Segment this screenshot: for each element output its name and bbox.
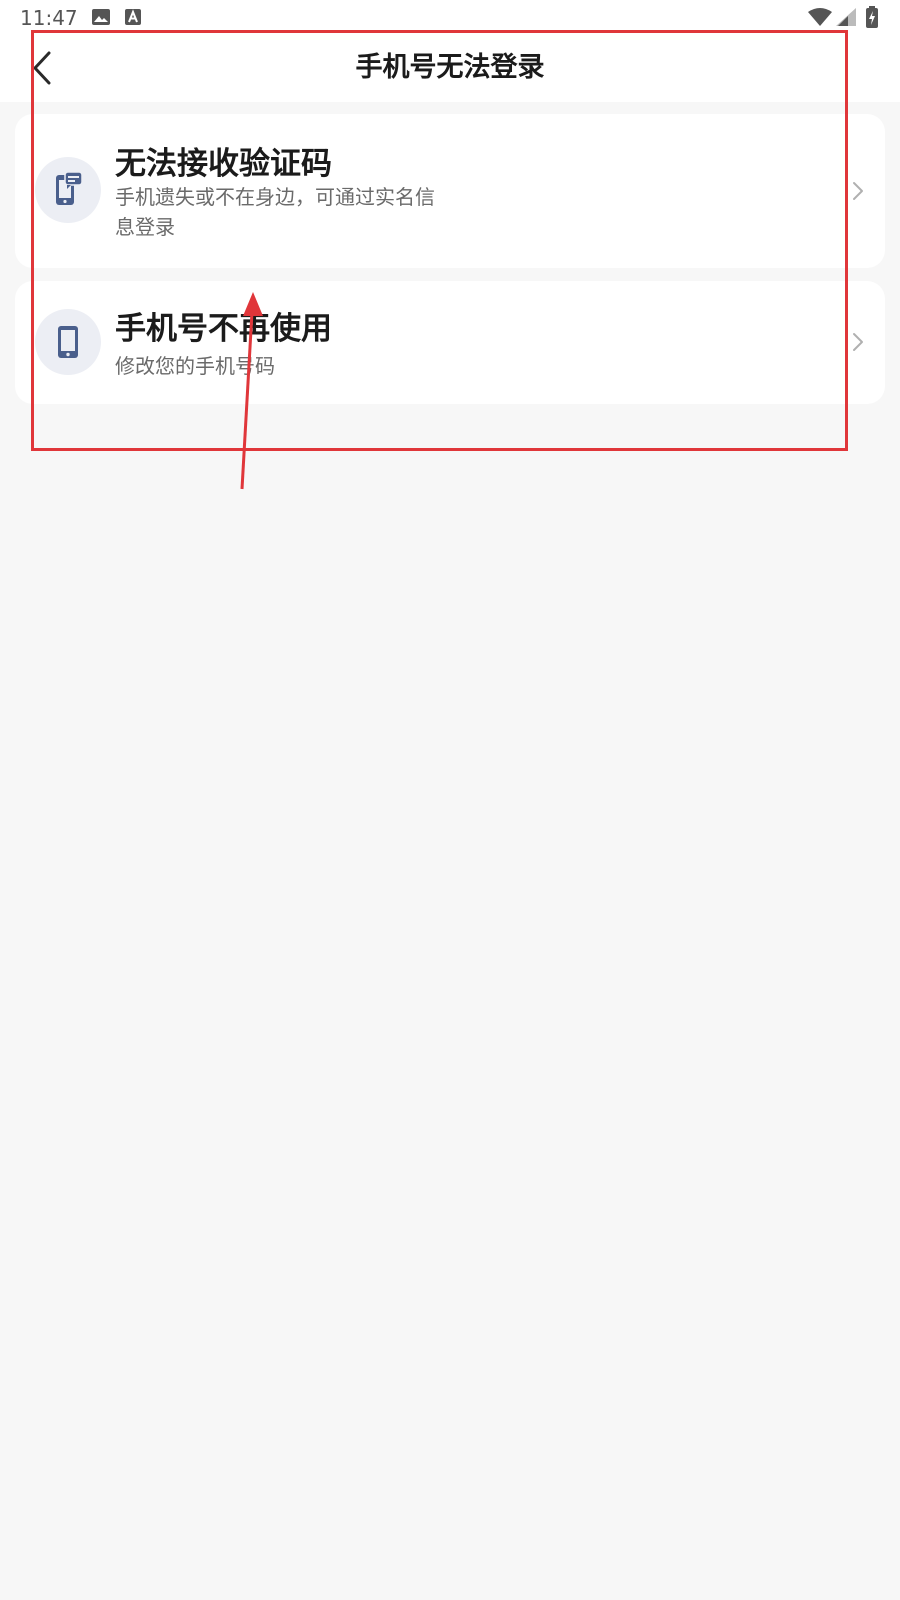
option-description: 手机遗失或不在身边，可通过实名信息登录 bbox=[115, 185, 435, 239]
a-letter-icon bbox=[125, 9, 141, 25]
battery-icon bbox=[866, 6, 878, 28]
option-icon-circle bbox=[35, 309, 101, 375]
option-description: 修改您的手机号码 bbox=[115, 354, 275, 378]
wifi-icon bbox=[808, 8, 832, 26]
back-button[interactable] bbox=[18, 44, 66, 92]
option-title: 无法接收验证码 bbox=[115, 146, 332, 182]
phone-message-icon bbox=[56, 172, 83, 205]
option-icon-circle bbox=[35, 157, 101, 223]
page-title: 手机号无法登录 bbox=[355, 52, 545, 83]
signal-icon bbox=[836, 8, 856, 26]
status-time: 11:47 bbox=[20, 6, 78, 30]
phone-icon bbox=[58, 326, 78, 358]
option-title: 手机号不再使用 bbox=[115, 311, 332, 347]
chevron-right-icon bbox=[853, 333, 863, 351]
chevron-left-icon bbox=[33, 51, 51, 85]
option-card-number-not-in-use[interactable]: 手机号不再使用 修改您的手机号码 bbox=[15, 281, 885, 404]
option-card-cannot-receive-code[interactable]: 无法接收验证码 手机遗失或不在身边，可通过实名信息登录 bbox=[15, 114, 885, 268]
app-bar: 手机号无法登录 bbox=[0, 34, 900, 102]
status-bar: 11:47 bbox=[0, 0, 900, 34]
chevron-right-icon bbox=[853, 182, 863, 200]
image-icon bbox=[92, 9, 110, 25]
